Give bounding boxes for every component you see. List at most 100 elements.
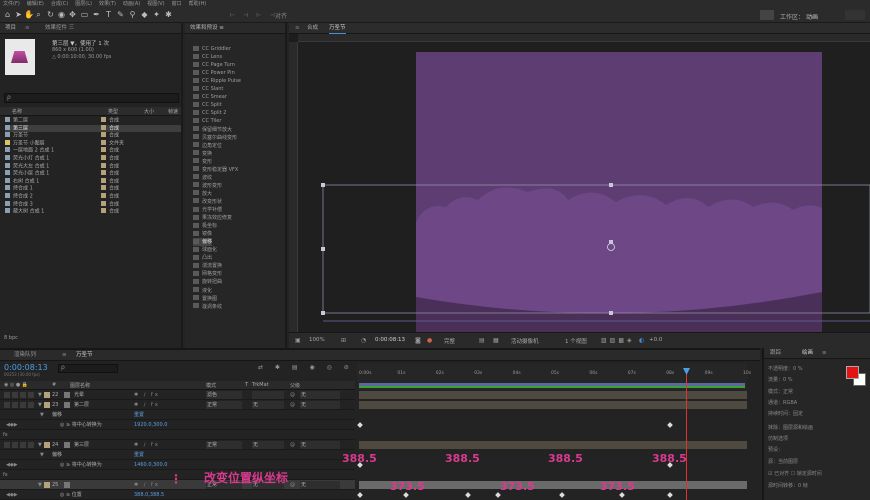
roto-brush-tool-icon[interactable]: ✦ — [152, 10, 161, 20]
foreground-color-swatch[interactable] — [846, 366, 859, 379]
menu-item[interactable]: 效果(T) — [99, 0, 116, 8]
tab-composition-label[interactable]: 合成 — [307, 23, 318, 34]
col-layer-name[interactable]: 图层名称 — [70, 382, 90, 389]
effect-item[interactable]: 湍流置换 — [193, 262, 222, 270]
layer-handle[interactable] — [321, 311, 325, 315]
paint-duration[interactable]: 持续时间：固定 — [768, 410, 803, 417]
exposure-value[interactable]: +0.0 — [649, 337, 662, 343]
rotate-tool-icon[interactable]: ↻ — [46, 10, 55, 20]
rectangle-tool-icon[interactable]: ▭ — [80, 10, 89, 20]
timeline-timecode[interactable]: 0:00:08:13 — [4, 363, 48, 372]
project-item[interactable]: 蔽大树 合成 1 合成 — [5, 208, 181, 216]
paint-mode[interactable]: 模式：正常 — [768, 388, 793, 395]
project-item[interactable]: 持合成 2 合成 — [5, 193, 181, 201]
camera-icon[interactable]: ◙ — [415, 337, 421, 344]
horizontal-ruler[interactable] — [298, 34, 870, 42]
zoom-tool-icon[interactable]: ⌕ — [34, 10, 43, 20]
label-color-icon[interactable] — [101, 193, 106, 198]
label-color-icon[interactable] — [101, 147, 106, 153]
project-item[interactable]: 持合成 3 合成 — [5, 200, 181, 209]
effect-item[interactable]: 边角定位 — [193, 142, 222, 150]
zoom-dropdown[interactable]: 100% — [309, 337, 325, 343]
effect-item[interactable]: 旋转扭曲 — [193, 278, 222, 286]
type-tool-icon[interactable]: T — [104, 10, 113, 20]
region-icon[interactable]: ▤ — [479, 337, 485, 344]
time-ruler[interactable]: 0:00s 01s 02s 03s 04s 05s 06s 07s 08s 09s 10s — [357, 363, 751, 390]
effect-item[interactable]: 变换 — [193, 150, 212, 158]
effect-item[interactable]: CC Griddler — [193, 45, 231, 53]
view-options-icons[interactable]: ▧▨▩◈ — [601, 337, 635, 344]
label-color-icon[interactable] — [101, 208, 106, 214]
label-color-icon[interactable] — [101, 155, 106, 160]
views-dropdown[interactable]: 1 个视图 — [565, 337, 587, 345]
col-t[interactable]: T — [245, 382, 248, 388]
effect-item[interactable]: 贝塞尔曲线变形 — [193, 134, 237, 142]
effect-item[interactable]: CC Slant — [193, 85, 223, 93]
menu-item[interactable]: 窗口 — [172, 0, 182, 8]
clone-source[interactable]: 源：当前图层 — [768, 458, 798, 465]
composition-viewer[interactable] — [298, 42, 870, 332]
keyframe-icon[interactable] — [357, 422, 363, 428]
timeline-switches-icons[interactable]: ⇄ ✱ ▤ ◉ ◎ ⊘ — [258, 364, 354, 371]
label-color-icon[interactable] — [101, 177, 106, 183]
timeline-search-input[interactable]: ρ — [58, 364, 118, 373]
workspace-toggle-icon[interactable] — [760, 10, 774, 20]
puppet-tool-icon[interactable]: ✱ — [164, 10, 173, 20]
exposure-icon[interactable]: ◐ — [639, 337, 644, 344]
camera-dropdown[interactable]: 活动摄像机 — [511, 337, 539, 345]
source-time-shift[interactable]: 源时间转移：0 帧 — [768, 482, 808, 489]
effect-item[interactable]: 漩涡条纹 — [193, 303, 222, 311]
effect-item[interactable]: CC Power Pin — [193, 69, 235, 77]
col-layer-number[interactable]: # — [52, 382, 56, 388]
label-color-icon[interactable] — [101, 124, 106, 130]
resolution-icon[interactable]: ⊞ — [341, 337, 346, 344]
current-time[interactable]: 0:00:08:13 — [375, 337, 405, 343]
snap-controls[interactable]: ⊢ ⊣ ⊢ ⊣ — [230, 12, 278, 19]
menu-item[interactable]: 文件(F) — [3, 0, 20, 8]
brush-tool-icon[interactable]: ✎ — [116, 10, 125, 20]
layer-handle[interactable] — [609, 311, 613, 315]
label-color-icon[interactable] — [101, 117, 106, 122]
effect-item[interactable]: 极坐标 — [193, 222, 217, 230]
keyframe-icon[interactable] — [667, 422, 673, 428]
tab-render-queue[interactable]: 渲染队列 — [14, 350, 36, 361]
effect-item[interactable]: 凸出 — [193, 254, 212, 262]
effect-item[interactable]: 光学补偿 — [193, 206, 222, 214]
search-help-field[interactable] — [845, 10, 865, 20]
effect-item[interactable]: 改变形状 — [193, 198, 222, 206]
effect-item[interactable]: 变形稳定器 VFX — [193, 166, 238, 174]
menu-item[interactable]: 图层(L) — [75, 0, 92, 8]
effect-item[interactable]: 网格变形 — [193, 270, 222, 278]
label-color-icon[interactable] — [101, 132, 106, 138]
col-size[interactable]: 大小 — [144, 108, 154, 115]
menu-item[interactable]: 合成(C) — [51, 0, 68, 8]
pan-behind-tool-icon[interactable]: ✥ — [68, 10, 77, 20]
col-parent[interactable]: 父级 — [290, 382, 300, 389]
project-item[interactable]: 右树 合成 1 合成 — [5, 177, 181, 186]
always-preview-icon[interactable]: ▣ — [295, 337, 301, 344]
project-item[interactable]: 第三层 合成 — [5, 124, 181, 133]
layer-duration-bar[interactable] — [359, 441, 747, 449]
effect-item[interactable]: 波纹 — [193, 174, 212, 182]
paint-channel[interactable]: 通道：RGBA — [768, 399, 797, 406]
label-color-icon[interactable] — [101, 139, 106, 145]
tab-paint[interactable]: 绘画 — [802, 348, 813, 359]
menu-item[interactable]: 帮助(H) — [189, 0, 207, 8]
quality-dropdown[interactable]: 完整 — [444, 337, 455, 345]
effect-item[interactable]: 放大 — [193, 190, 212, 198]
effect-item[interactable]: 球面化 — [193, 246, 217, 254]
effect-item[interactable]: CC Lens — [193, 53, 222, 61]
effect-item[interactable]: 波形变形 — [193, 182, 222, 190]
effect-item[interactable]: CC Split 2 — [193, 109, 226, 117]
project-item[interactable]: 荧光小灯 合成 1 合成 — [5, 155, 181, 163]
pen-tool-icon[interactable]: ✒ — [92, 10, 101, 20]
project-item[interactable]: 荧光大左 合成 1 合成 — [5, 162, 181, 171]
project-item[interactable]: 第二层 合成 — [5, 117, 181, 125]
color-channel-icon[interactable]: ● — [427, 337, 432, 344]
layer-duration-bar[interactable] — [359, 401, 747, 409]
effect-item[interactable]: 置换图 — [193, 295, 217, 303]
tab-effect-controls[interactable]: 效果控件 三 — [45, 23, 74, 34]
clone-stamp-tool-icon[interactable]: ⚲ — [128, 10, 137, 20]
effect-item[interactable]: 液化 — [193, 287, 212, 295]
transparency-grid-icon[interactable]: ▦ — [493, 337, 499, 344]
